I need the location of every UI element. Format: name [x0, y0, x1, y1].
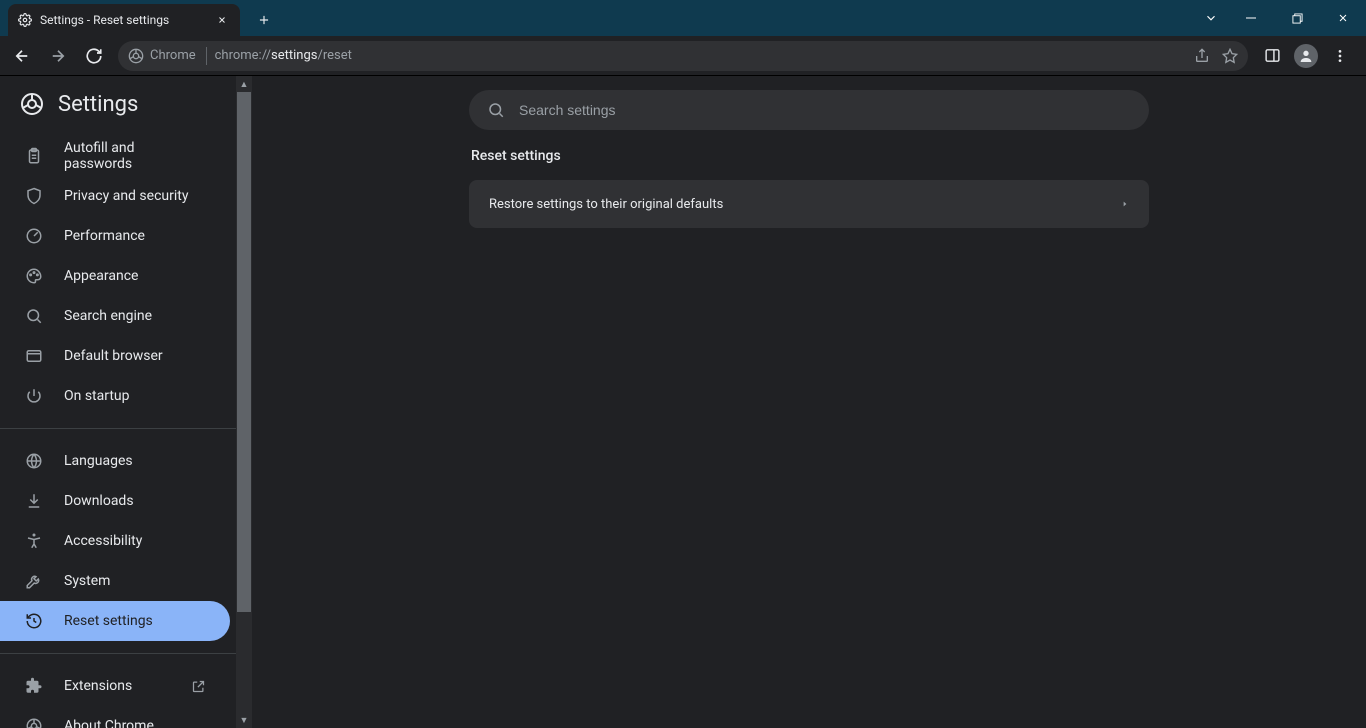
close-tab-button[interactable]: [214, 12, 230, 28]
a11y-icon: [24, 531, 44, 551]
gauge-icon: [24, 226, 44, 246]
search-icon: [487, 101, 505, 119]
sidebar-item-appearance[interactable]: Appearance: [0, 256, 230, 296]
back-button[interactable]: [6, 40, 38, 72]
profile-button[interactable]: [1290, 40, 1322, 72]
minimize-button[interactable]: [1228, 0, 1274, 36]
sidebar-item-label: Default browser: [64, 348, 163, 364]
sidebar-item-label: Extensions: [64, 678, 132, 694]
sidebar-item-languages[interactable]: Languages: [0, 441, 230, 481]
bookmark-icon[interactable]: [1222, 48, 1238, 64]
sidebar-item-label: Autofill and passwords: [64, 140, 206, 172]
window-controls: [1194, 0, 1366, 36]
divider: [0, 653, 236, 654]
url-text: chrome://settings/reset: [215, 48, 352, 63]
sidebar-item-label: Privacy and security: [64, 188, 188, 204]
sidebar-item-label: Search engine: [64, 308, 152, 324]
wrench-icon: [24, 571, 44, 591]
sidebar: Settings Autofill and passwords Privacy a…: [0, 76, 252, 728]
side-panel-button[interactable]: [1256, 40, 1288, 72]
reload-button[interactable]: [78, 40, 110, 72]
row-label: Restore settings to their original defau…: [489, 197, 723, 212]
search-icon: [24, 306, 44, 326]
sidebar-item-system[interactable]: System: [0, 561, 230, 601]
page-content: Settings Autofill and passwords Privacy a…: [0, 76, 1366, 728]
restore-defaults-row[interactable]: Restore settings to their original defau…: [469, 180, 1149, 228]
chevron-right-icon: [1121, 199, 1129, 209]
forward-button[interactable]: [42, 40, 74, 72]
browser-icon: [24, 346, 44, 366]
chrome-menu-button[interactable]: [1324, 40, 1356, 72]
download-icon: [24, 491, 44, 511]
sidebar-scrollbar[interactable]: ▲ ▼: [236, 76, 252, 728]
scroll-up-icon[interactable]: ▲: [236, 76, 252, 92]
sidebar-item-label: Downloads: [64, 493, 134, 509]
main-panel: Reset settings Restore settings to their…: [252, 76, 1366, 728]
chip-label: Chrome: [150, 48, 196, 63]
sidebar-item-label: About Chrome: [64, 718, 154, 728]
sidebar-item-autofill-and-passwords[interactable]: Autofill and passwords: [0, 136, 230, 176]
shield-icon: [24, 186, 44, 206]
tab-search-button[interactable]: [1194, 0, 1228, 36]
browser-toolbar: Chrome chrome://settings/reset: [0, 36, 1366, 76]
tab-title: Settings - Reset settings: [40, 13, 206, 27]
sidebar-item-performance[interactable]: Performance: [0, 216, 230, 256]
reset-card: Restore settings to their original defau…: [469, 180, 1149, 228]
sidebar-item-extensions[interactable]: Extensions: [0, 666, 230, 706]
external-link-icon: [191, 679, 206, 694]
maximize-button[interactable]: [1274, 0, 1320, 36]
section-title: Reset settings: [469, 148, 1149, 164]
sidebar-item-label: System: [64, 573, 110, 589]
close-window-button[interactable]: [1320, 0, 1366, 36]
share-icon[interactable]: [1194, 48, 1210, 64]
avatar-icon: [1294, 44, 1318, 68]
sidebar-item-reset-settings[interactable]: Reset settings: [0, 601, 230, 641]
gear-icon: [18, 13, 32, 27]
power-icon: [24, 386, 44, 406]
sidebar-item-privacy-and-security[interactable]: Privacy and security: [0, 176, 230, 216]
address-bar[interactable]: Chrome chrome://settings/reset: [118, 41, 1248, 71]
chrome-icon: [24, 716, 44, 728]
site-chip: Chrome: [128, 47, 207, 65]
settings-search[interactable]: [469, 90, 1149, 130]
chrome-icon: [20, 92, 44, 116]
sidebar-item-on-startup[interactable]: On startup: [0, 376, 230, 416]
puzzle-icon: [24, 676, 44, 696]
globe-icon: [24, 451, 44, 471]
history-icon: [24, 611, 44, 631]
titlebar: Settings - Reset settings: [0, 0, 1366, 36]
sidebar-item-label: Reset settings: [64, 613, 153, 629]
reset-section: Reset settings Restore settings to their…: [469, 148, 1149, 228]
browser-tab[interactable]: Settings - Reset settings: [8, 4, 240, 36]
sidebar-item-label: Appearance: [64, 268, 138, 284]
sidebar-item-search-engine[interactable]: Search engine: [0, 296, 230, 336]
sidebar-item-default-browser[interactable]: Default browser: [0, 336, 230, 376]
sidebar-item-downloads[interactable]: Downloads: [0, 481, 230, 521]
sidebar-item-label: Performance: [64, 228, 145, 244]
chrome-icon: [128, 48, 144, 64]
sidebar-item-accessibility[interactable]: Accessibility: [0, 521, 230, 561]
sidebar-item-label: Languages: [64, 453, 133, 469]
new-tab-button[interactable]: [250, 6, 278, 34]
divider: [0, 428, 236, 429]
clipboard-icon: [24, 146, 44, 166]
sidebar-item-label: Accessibility: [64, 533, 142, 549]
sidebar-item-label: On startup: [64, 388, 130, 404]
settings-brand: Settings: [0, 76, 236, 132]
palette-icon: [24, 266, 44, 286]
settings-title: Settings: [58, 92, 138, 117]
scroll-down-icon[interactable]: ▼: [236, 712, 252, 728]
sidebar-item-about-chrome[interactable]: About Chrome: [0, 706, 230, 728]
scrollbar-thumb[interactable]: [237, 92, 251, 612]
settings-search-input[interactable]: [519, 102, 1131, 118]
